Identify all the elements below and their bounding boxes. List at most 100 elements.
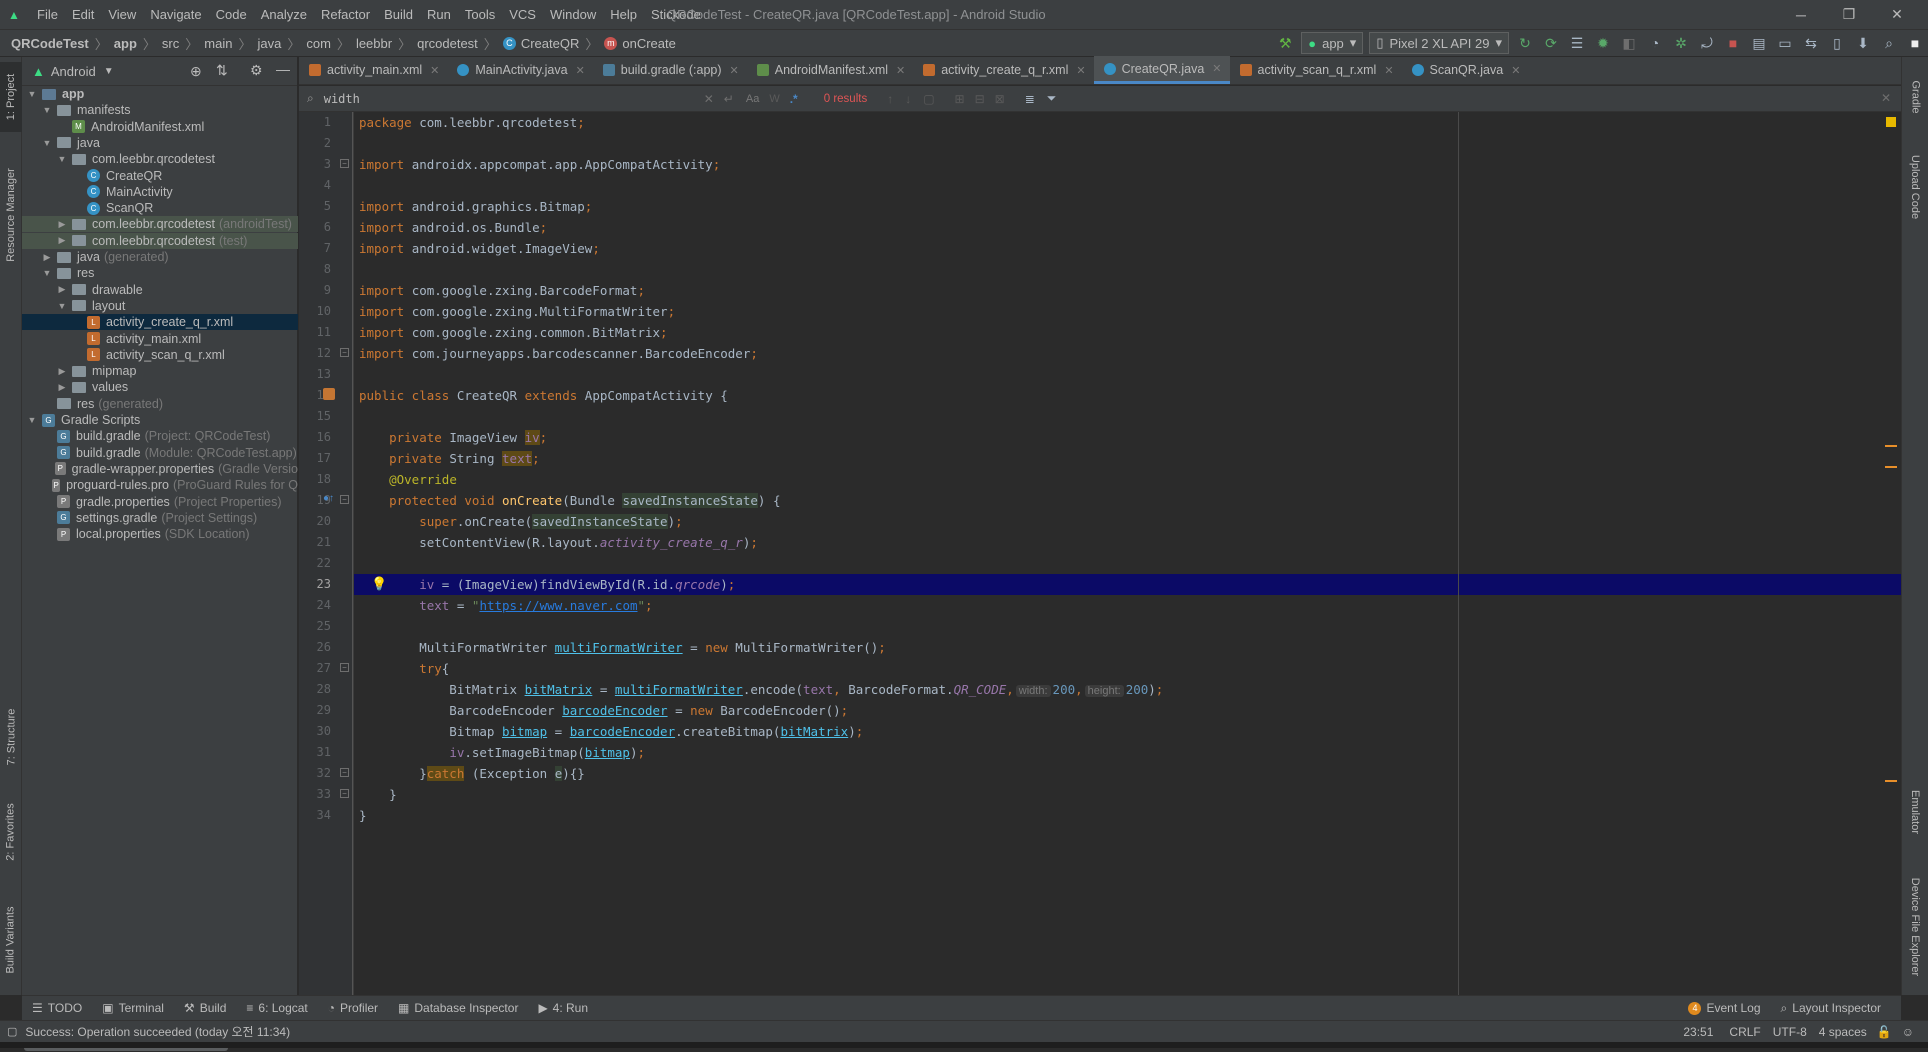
file-encoding[interactable]: UTF-8 — [1773, 1025, 1807, 1039]
editor-tab[interactable]: MainActivity.java ✕ — [447, 56, 592, 84]
line-number[interactable]: 22 — [299, 553, 331, 574]
hector-icon[interactable]: ☺ — [1902, 1025, 1914, 1039]
fold-toggle-icon[interactable]: − — [340, 663, 349, 672]
apply-code-changes-icon[interactable]: ⟳ — [1538, 32, 1564, 54]
close-tab-icon[interactable]: ✕ — [430, 64, 439, 77]
run-config-select[interactable]: ● app ▾ — [1301, 32, 1364, 54]
collapsed-arrow-icon[interactable]: ▶ — [56, 284, 68, 295]
tree-item[interactable]: ▶ com.leebbr.qrcodetest (androidTest) — [22, 216, 298, 233]
tree-item[interactable]: C MainActivity — [22, 184, 298, 200]
line-number[interactable]: 1 — [299, 112, 331, 133]
menu-window[interactable]: Window — [543, 0, 603, 29]
breadcrumb-app[interactable]: app — [114, 36, 137, 51]
close-tab-icon[interactable]: ✕ — [1511, 64, 1520, 77]
favorites-tab[interactable]: 2: Favorites — [0, 792, 22, 872]
line-number[interactable]: 28 — [299, 679, 331, 700]
upload-code-tab[interactable]: Upload Code — [1902, 137, 1928, 237]
expanded-arrow-icon[interactable]: ▼ — [41, 105, 53, 115]
line-number[interactable]: 27 — [299, 658, 331, 679]
editor-tab[interactable]: AndroidManifest.xml ✕ — [747, 56, 913, 84]
new-line-icon[interactable]: ↵ — [724, 92, 734, 106]
event-log-tab[interactable]: 4 Event Log — [1688, 1001, 1761, 1015]
line-number[interactable]: 32 — [299, 763, 331, 784]
indent-setting[interactable]: 4 spaces — [1819, 1025, 1867, 1039]
minimize-button[interactable]: ─ — [1778, 0, 1824, 29]
tree-item[interactable]: Plocal.properties (SDK Location) — [22, 526, 298, 542]
project-view-select[interactable]: Android — [51, 64, 96, 79]
line-number[interactable]: 31 — [299, 742, 331, 763]
fold-toggle-icon[interactable]: − — [340, 348, 349, 357]
expanded-arrow-icon[interactable]: ▼ — [56, 154, 68, 164]
tree-item[interactable]: ▶ com.leebbr.qrcodetest (test) — [22, 232, 298, 249]
collapsed-arrow-icon[interactable]: ▶ — [41, 252, 53, 263]
expanded-arrow-icon[interactable]: ▼ — [26, 415, 38, 425]
collapsed-arrow-icon[interactable]: ▶ — [56, 366, 68, 377]
tree-item[interactable]: Gsettings.gradle (Project Settings) — [22, 510, 298, 526]
tree-item[interactable]: res (generated) — [22, 396, 298, 412]
line-number[interactable]: 3 — [299, 154, 331, 175]
menu-analyze[interactable]: Analyze — [254, 0, 314, 29]
hide-panel-icon[interactable]: — — [276, 61, 290, 77]
tree-item[interactable]: ▶ mipmap — [22, 363, 298, 379]
close-tab-icon[interactable]: ✕ — [1384, 64, 1393, 77]
close-find-icon[interactable]: ✕ — [1881, 91, 1891, 105]
breadcrumb-com[interactable]: com — [306, 36, 331, 51]
maximize-button[interactable]: ❐ — [1826, 0, 1872, 29]
tree-item[interactable]: ▼ app — [22, 86, 298, 102]
fold-toggle-icon[interactable]: − — [340, 768, 349, 777]
override-marker-icon[interactable]: ●↑ — [323, 493, 334, 504]
filter-funnel-icon[interactable]: ⏷ — [1047, 91, 1057, 106]
close-button[interactable]: ✕ — [1874, 0, 1920, 29]
implemented-marker-icon[interactable] — [323, 388, 335, 400]
locate-crosshair-icon[interactable]: ⊕ — [190, 63, 202, 80]
line-number[interactable]: 34 — [299, 805, 331, 826]
line-number[interactable]: 23 — [299, 574, 331, 595]
tree-item[interactable]: ▼ res — [22, 265, 298, 281]
line-number[interactable]: 4 — [299, 175, 331, 196]
attach-debugger-icon[interactable]: ✲ — [1668, 32, 1694, 54]
lightbulb-icon[interactable]: 💡 — [371, 576, 387, 592]
avd-manager-icon[interactable]: ▭ — [1772, 32, 1798, 54]
line-number[interactable]: 8 — [299, 259, 331, 280]
structure-tab[interactable]: 7: Structure — [0, 697, 22, 777]
collapsed-arrow-icon[interactable]: ▶ — [56, 219, 68, 230]
editor-tab[interactable]: activity_create_q_r.xml ✕ — [913, 56, 1093, 84]
line-number[interactable]: 12 — [299, 343, 331, 364]
previous-occurrence-icon[interactable]: ↑ — [887, 92, 893, 106]
tree-item[interactable]: ▼ manifests — [22, 102, 298, 118]
code-editor[interactable]: 1234567891011121314151617181920212223242… — [299, 112, 1901, 995]
scroll-marker[interactable] — [1885, 466, 1897, 468]
gradle-tab[interactable]: Gradle — [1902, 67, 1928, 127]
remove-occurrence-icon[interactable]: ⊟ — [975, 92, 985, 106]
menu-tools[interactable]: Tools — [458, 0, 502, 29]
menu-file[interactable]: File — [30, 0, 65, 29]
tree-item[interactable]: ▶ values — [22, 379, 298, 395]
scroll-marker[interactable] — [1885, 780, 1897, 782]
fold-toggle-icon[interactable]: − — [340, 789, 349, 798]
scroll-marker[interactable] — [1885, 445, 1897, 447]
expanded-arrow-icon[interactable]: ▼ — [26, 89, 38, 99]
tree-item[interactable]: Pproguard-rules.pro (ProGuard Rules for Q — [22, 477, 298, 493]
tree-item[interactable]: ▼ layout — [22, 298, 298, 314]
tree-item[interactable]: Gbuild.gradle (Module: QRCodeTest.app) — [22, 445, 298, 461]
line-number[interactable]: 2 — [299, 133, 331, 154]
match-case-toggle[interactable]: Aa — [746, 93, 759, 105]
project-tool-tab[interactable]: 1: Project — [0, 62, 22, 132]
menu-run[interactable]: Run — [420, 0, 458, 29]
debug-bug-icon[interactable]: ✹ — [1590, 32, 1616, 54]
device-select[interactable]: ▯ Pixel 2 XL API 29 ▾ — [1369, 32, 1509, 54]
tree-item[interactable]: Pgradle-wrapper.properties (Gradle Versio — [22, 461, 298, 477]
breadcrumb-qrcodetest[interactable]: qrcodetest — [417, 36, 478, 51]
expanded-arrow-icon[interactable]: ▼ — [41, 268, 53, 278]
menu-edit[interactable]: Edit — [65, 0, 101, 29]
breadcrumb-project[interactable]: QRCodeTest — [11, 36, 89, 51]
menu-help[interactable]: Help — [603, 0, 644, 29]
rerun-icon[interactable]: ⤾ — [1694, 32, 1720, 54]
close-tab-icon[interactable]: ✕ — [576, 64, 585, 77]
chevron-down-icon[interactable]: ▼ — [104, 66, 114, 77]
resource-manager-tab[interactable]: Resource Manager — [0, 152, 22, 277]
tree-item[interactable]: Lactivity_create_q_r.xml — [22, 314, 298, 331]
tree-item[interactable]: ▼ java — [22, 135, 298, 151]
sdk-manager-icon[interactable]: ⬇ — [1850, 32, 1876, 54]
profile-icon[interactable]: ◔ — [1642, 32, 1668, 54]
